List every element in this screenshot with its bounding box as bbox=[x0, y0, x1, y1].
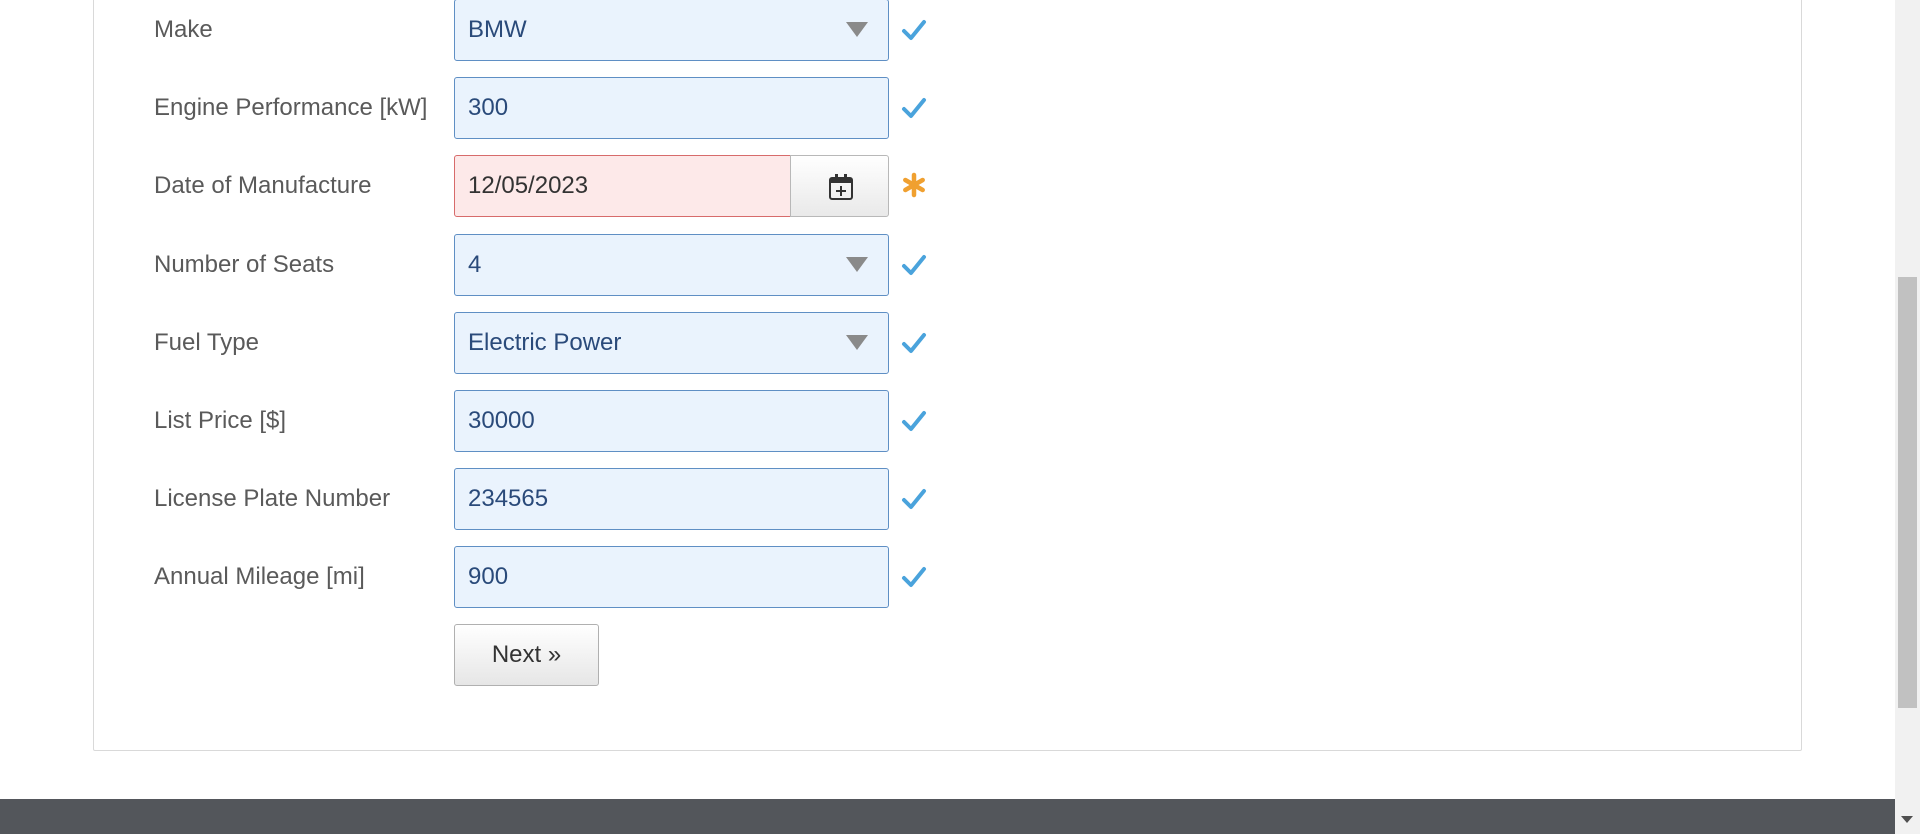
scroll-down-arrow-icon[interactable] bbox=[1901, 816, 1913, 823]
calendar-icon bbox=[829, 174, 853, 200]
checkmark-icon bbox=[902, 411, 926, 431]
engine-performance-input[interactable]: 300 bbox=[454, 77, 889, 139]
license-plate-number-label: License Plate Number bbox=[154, 485, 391, 512]
page-footer bbox=[0, 799, 1895, 834]
next-button[interactable]: Next » bbox=[454, 624, 599, 686]
checkmark-icon bbox=[902, 567, 926, 587]
annual-mileage-input[interactable]: 900 bbox=[454, 546, 889, 608]
fuel-type-select[interactable]: Electric Power bbox=[454, 312, 889, 374]
form-row-date-of-manufacture: Date of Manufacture 12/05/2023 bbox=[94, 155, 1801, 217]
date-of-manufacture-label: Date of Manufacture bbox=[154, 172, 372, 199]
scrollbar-thumb[interactable] bbox=[1898, 277, 1917, 708]
number-of-seats-select[interactable]: 4 bbox=[454, 234, 889, 296]
asterisk-icon bbox=[903, 172, 925, 198]
checkmark-icon bbox=[902, 20, 926, 40]
fuel-type-label: Fuel Type bbox=[154, 329, 259, 356]
list-price-input[interactable]: 30000 bbox=[454, 390, 889, 452]
form-row-license-plate-number: License Plate Number 234565 bbox=[94, 468, 1801, 530]
engine-performance-label: Engine Performance [kW] bbox=[154, 94, 428, 121]
number-of-seats-label: Number of Seats bbox=[154, 251, 335, 278]
make-label: Make bbox=[154, 16, 213, 43]
form-panel: Make BMW Engine Performance [kW] 300 Dat… bbox=[93, 0, 1802, 751]
list-price-label: List Price [$] bbox=[154, 407, 287, 434]
checkmark-icon bbox=[902, 489, 926, 509]
form-row-annual-mileage: Annual Mileage [mi] 900 bbox=[94, 546, 1801, 608]
chevron-down-icon bbox=[846, 335, 868, 350]
chevron-down-icon bbox=[846, 22, 868, 37]
make-select[interactable]: BMW bbox=[454, 0, 889, 61]
form-row-engine-performance: Engine Performance [kW] 300 bbox=[94, 77, 1801, 139]
form-row-number-of-seats: Number of Seats 4 bbox=[94, 234, 1801, 296]
checkmark-icon bbox=[902, 98, 926, 118]
date-of-manufacture-input[interactable]: 12/05/2023 bbox=[454, 155, 791, 217]
chevron-down-icon bbox=[846, 257, 868, 272]
form-row-make: Make BMW bbox=[94, 0, 1801, 61]
checkmark-icon bbox=[902, 333, 926, 353]
license-plate-number-input[interactable]: 234565 bbox=[454, 468, 889, 530]
form-row-fuel-type: Fuel Type Electric Power bbox=[94, 312, 1801, 374]
form-row-list-price: List Price [$] 30000 bbox=[94, 390, 1801, 452]
checkmark-icon bbox=[902, 255, 926, 275]
calendar-button[interactable] bbox=[790, 155, 889, 217]
annual-mileage-label: Annual Mileage [mi] bbox=[154, 563, 365, 590]
